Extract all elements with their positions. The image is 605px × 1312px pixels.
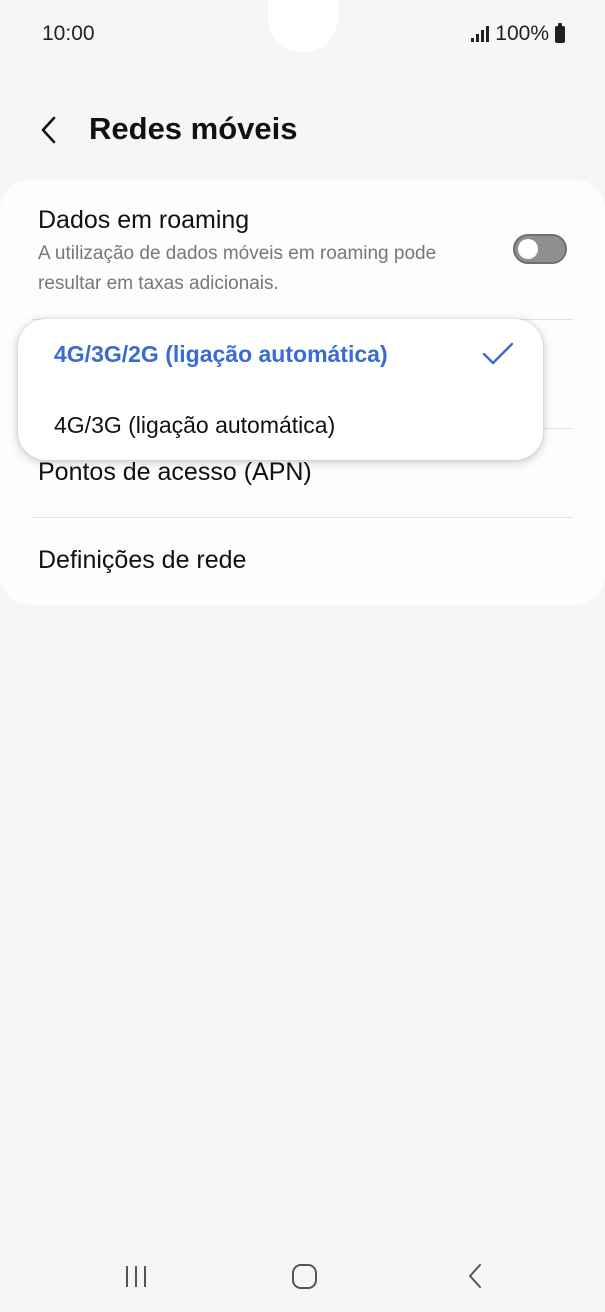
chevron-left-icon[interactable] <box>36 112 62 148</box>
status-time: 10:00 <box>42 22 95 45</box>
screen: 10:00 100% Redes móveis Dados em roaming… <box>0 0 605 1312</box>
option-label: 4G/3G/2G (ligação automática) <box>54 340 388 367</box>
status-indicators: 100% <box>471 22 565 46</box>
check-icon <box>482 342 514 365</box>
roaming-toggle[interactable] <box>513 234 567 264</box>
roaming-subtitle-line-2: resultar em taxas adicionais. <box>38 273 279 294</box>
apn-row[interactable]: Pontos de acesso (APN) <box>38 458 567 487</box>
divider <box>32 517 573 518</box>
network-settings-row[interactable]: Definições de rede <box>38 546 567 575</box>
signal-icon <box>471 26 490 42</box>
network-settings-title: Definições de rede <box>38 546 247 574</box>
app-header: Redes móveis <box>0 96 605 166</box>
roaming-subtitle-line-1: A utilização de dados móveis em roaming … <box>38 243 437 264</box>
roaming-row[interactable]: Dados em roaming A utilização de dados m… <box>38 206 567 299</box>
page-title: Redes móveis <box>89 111 298 146</box>
network-mode-popup: 4G/3G/2G (ligação automática) 4G/3G (lig… <box>18 319 543 460</box>
network-mode-option-4g3g2g[interactable]: 4G/3G/2G (ligação automática) <box>18 319 543 389</box>
option-label: 4G/3G (ligação automática) <box>54 411 336 438</box>
apn-title: Pontos de acesso (APN) <box>38 458 312 486</box>
recents-icon[interactable] <box>118 1261 154 1291</box>
roaming-title: Dados em roaming <box>38 206 250 234</box>
battery-percentage: 100% <box>495 22 549 45</box>
roaming-subtitle: A utilização de dados móveis em roaming … <box>38 239 567 299</box>
network-mode-option-4g3g[interactable]: 4G/3G (ligação automática) <box>18 390 543 460</box>
home-icon[interactable] <box>286 1261 322 1291</box>
status-bar: 10:00 100% <box>0 0 605 70</box>
navigation-bar <box>0 1245 605 1305</box>
toggle-knob <box>518 239 538 259</box>
battery-icon <box>555 22 565 43</box>
back-icon[interactable] <box>458 1261 494 1291</box>
camera-notch <box>268 0 338 52</box>
